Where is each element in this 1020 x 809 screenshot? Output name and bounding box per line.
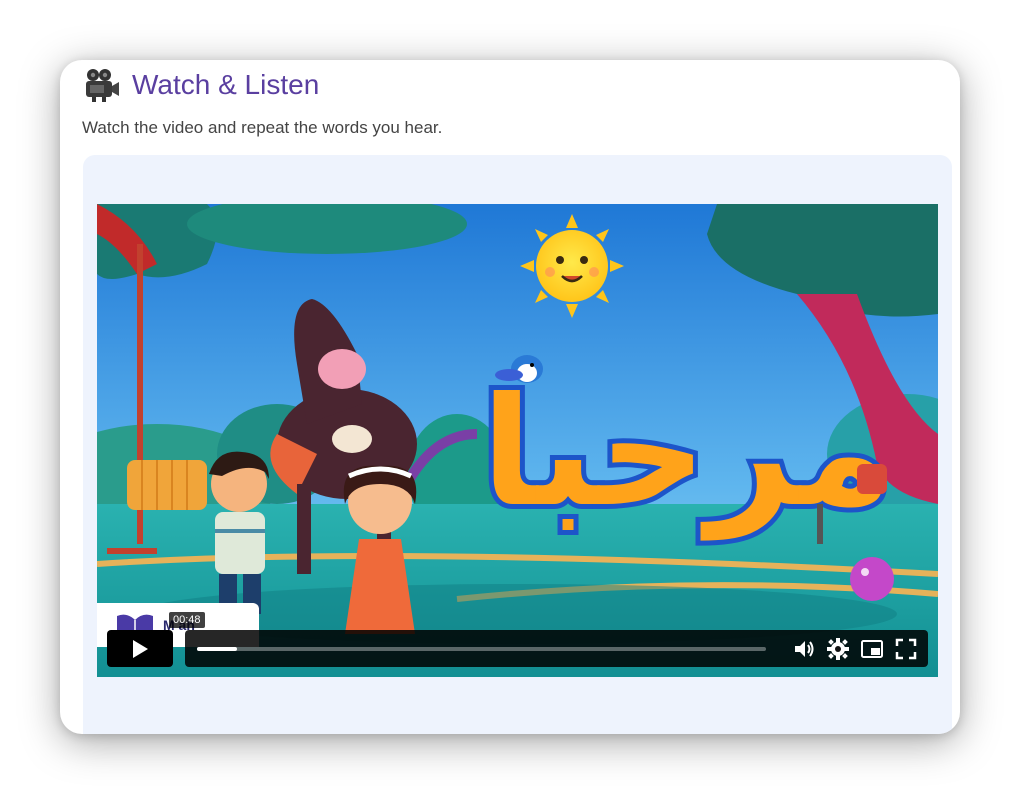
settings-icon[interactable] bbox=[826, 637, 850, 661]
control-bar bbox=[185, 630, 928, 667]
progress-fill bbox=[197, 646, 237, 651]
instructions: Watch the video and repeat the words you… bbox=[82, 118, 443, 137]
fullscreen-icon[interactable] bbox=[894, 637, 918, 661]
hover-time-tooltip: 00:48 bbox=[169, 612, 205, 628]
video-player[interactable]: مرحبا M ah 00:48 bbox=[97, 204, 938, 677]
movie-camera-icon bbox=[86, 69, 119, 102]
progress-bar[interactable] bbox=[197, 646, 766, 651]
play-icon bbox=[133, 639, 148, 658]
title-art: مرحبا bbox=[481, 366, 893, 541]
page-title: Watch & Listen bbox=[132, 69, 320, 100]
volume-icon[interactable] bbox=[792, 637, 816, 661]
header: Watch & Listen bbox=[84, 68, 319, 102]
picture-in-picture-icon[interactable] bbox=[860, 637, 884, 661]
play-button[interactable] bbox=[107, 630, 173, 667]
lesson-card: Watch & Listen Watch the video and repea… bbox=[60, 60, 960, 734]
video-controls bbox=[107, 630, 928, 667]
